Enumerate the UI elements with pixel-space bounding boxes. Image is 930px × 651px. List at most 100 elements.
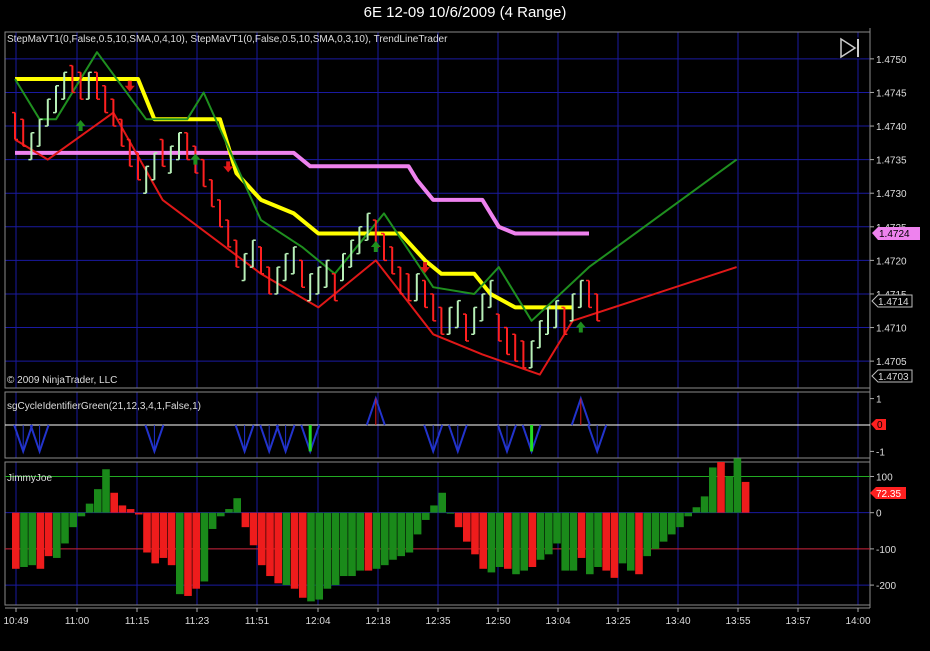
jimmyjoe-bar bbox=[381, 512, 389, 566]
price-bar bbox=[479, 293, 486, 322]
jimmyjoe-bar bbox=[94, 489, 102, 513]
x-tick-label: 11:51 bbox=[245, 616, 270, 627]
chart-canvas[interactable]: 1.47501.47451.47401.47351.47301.47251.47… bbox=[0, 0, 930, 651]
jimmyjoe-bar bbox=[692, 507, 701, 513]
price-bar bbox=[299, 259, 305, 288]
price-bar bbox=[381, 232, 387, 262]
price-bar bbox=[315, 266, 322, 295]
svg-text:1.4703: 1.4703 bbox=[878, 372, 909, 383]
signal-arrow-up bbox=[190, 153, 201, 165]
jimmyjoe-bar bbox=[274, 512, 282, 584]
price-bar bbox=[438, 306, 445, 336]
jimmyjoe-bar bbox=[233, 498, 241, 513]
jimmyjoe-bar bbox=[217, 512, 225, 517]
jimmyjoe-bar bbox=[569, 512, 578, 571]
jimmyjoe-tick-label: -100 bbox=[876, 545, 896, 556]
price-bar bbox=[176, 132, 182, 161]
price-bar bbox=[446, 306, 453, 336]
x-tick-label: 13:04 bbox=[545, 616, 570, 627]
badge-last-value: 1.4714 bbox=[871, 294, 913, 308]
jimmyjoe-bar bbox=[315, 512, 323, 600]
x-tick-label: 11:00 bbox=[65, 616, 90, 627]
jimmyjoe-bar bbox=[266, 512, 274, 577]
jimmyjoe-bar bbox=[290, 512, 299, 589]
indicators-label: StepMaVT1(0,False,0.5,10,SMA,0,4,10), St… bbox=[7, 34, 448, 45]
price-tick-label: 1.4710 bbox=[876, 324, 907, 335]
jimmyjoe-bar bbox=[397, 512, 405, 557]
price-bar bbox=[217, 199, 223, 228]
jimmyjoe-bar bbox=[44, 512, 53, 557]
jimmyjoe-bar bbox=[12, 512, 20, 569]
jimmyjoe-bar bbox=[610, 512, 619, 578]
cycle-label: sgCycleIdentifierGreen(21,12,3,4,1,False… bbox=[7, 401, 201, 412]
jimmyjoe-bar bbox=[454, 512, 463, 528]
price-tick-label: 1.4750 bbox=[876, 55, 907, 66]
price-bar bbox=[504, 326, 510, 356]
jimmyjoe-bar bbox=[479, 512, 487, 569]
badge-jimmyjoe-value: 72.35 bbox=[870, 487, 906, 500]
jimmyjoe-bar bbox=[618, 512, 627, 564]
jimmyjoe-bar bbox=[176, 512, 184, 595]
copyright-label: © 2009 NinjaTrader, LLC bbox=[7, 375, 117, 386]
svg-text:1.4714: 1.4714 bbox=[878, 297, 909, 308]
price-bar bbox=[405, 273, 412, 302]
jimmyjoe-bar bbox=[405, 512, 414, 553]
price-bar bbox=[348, 239, 355, 268]
jimmyjoe-bar bbox=[151, 512, 159, 564]
jimmyjoe-bar bbox=[282, 512, 291, 586]
jimmyjoe-bar bbox=[143, 512, 151, 553]
cycle-tick-label: -1 bbox=[876, 447, 885, 458]
price-tick-label: 1.4745 bbox=[876, 88, 907, 99]
price-bar bbox=[94, 71, 100, 100]
jimmyjoe-bar bbox=[446, 512, 455, 514]
x-tick-label: 12:50 bbox=[485, 616, 510, 627]
price-bar bbox=[413, 273, 420, 302]
play-pause-icon[interactable] bbox=[837, 37, 861, 59]
jimmyjoe-bar bbox=[536, 512, 545, 560]
cycle-tick-label: 1 bbox=[876, 395, 882, 406]
jimmyjoe-bar bbox=[28, 512, 36, 566]
price-tick-label: 1.4730 bbox=[876, 189, 907, 200]
jimmyjoe-bar bbox=[430, 505, 438, 513]
signal-arrow-down bbox=[124, 80, 135, 92]
jimmyjoe-bar bbox=[422, 512, 430, 520]
jimmyjoe-bar bbox=[676, 512, 684, 528]
jimmyjoe-bar bbox=[471, 512, 479, 555]
jimmyjoe-bar bbox=[668, 512, 676, 535]
jimmyjoe-bar bbox=[126, 509, 135, 513]
jimmyjoe-tick-label: -200 bbox=[876, 581, 896, 592]
price-bar bbox=[528, 340, 535, 369]
jimmyjoe-bar bbox=[495, 512, 504, 567]
jimmyjoe-bar bbox=[741, 481, 750, 513]
price-bar bbox=[430, 293, 437, 322]
price-bar bbox=[36, 118, 43, 147]
jimmyjoe-bar bbox=[651, 512, 660, 549]
x-tick-label: 12:04 bbox=[305, 616, 330, 627]
badge-low-value: 1.4703 bbox=[871, 369, 913, 383]
jimmyjoe-bar bbox=[53, 512, 61, 558]
price-bar bbox=[135, 152, 141, 181]
jimmyjoe-bar bbox=[717, 462, 725, 513]
price-bar bbox=[44, 98, 51, 127]
jimmyjoe-bar bbox=[225, 509, 233, 513]
jimmyjoe-bar bbox=[167, 512, 176, 566]
jimmyjoe-bar bbox=[77, 512, 86, 517]
x-tick-label: 13:25 bbox=[605, 616, 630, 627]
jimmyjoe-bar bbox=[299, 512, 307, 598]
jimmyjoe-bar bbox=[684, 512, 692, 517]
jimmyjoe-bar bbox=[709, 467, 717, 513]
jimmyjoe-bar bbox=[372, 512, 381, 569]
jimmyjoe-bar bbox=[561, 512, 569, 571]
price-bar bbox=[110, 98, 117, 127]
jimmyjoe-bar bbox=[438, 492, 446, 513]
jimmyjoe-label: JimmyJoe bbox=[7, 473, 52, 484]
jimmyjoe-bar bbox=[545, 512, 553, 555]
price-bar bbox=[53, 84, 59, 114]
jimmyjoe-bar bbox=[20, 512, 28, 567]
jimmyjoe-bar bbox=[200, 512, 209, 582]
price-bar bbox=[536, 320, 543, 349]
jimmyjoe-bar bbox=[733, 458, 742, 513]
jimmyjoe-bar bbox=[643, 512, 651, 557]
price-bar bbox=[28, 132, 35, 161]
jimmyjoe-bar bbox=[586, 512, 594, 575]
